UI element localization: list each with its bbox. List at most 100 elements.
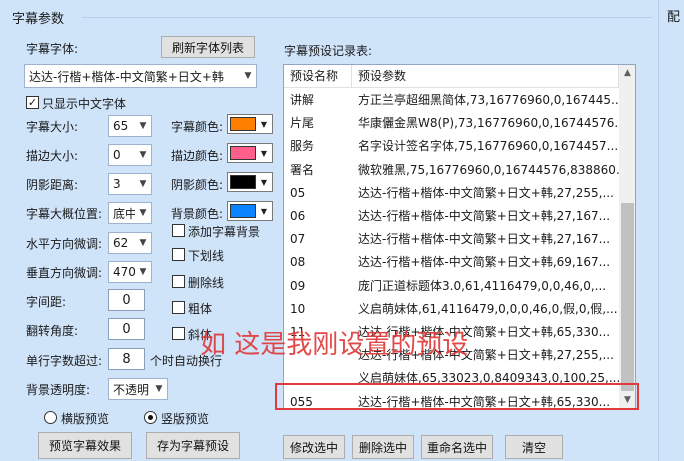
shadow-select[interactable]: 3 ▼ (108, 173, 152, 195)
adjacent-panel-edge: 配 (658, 0, 684, 461)
chevron-down-icon: ▼ (139, 238, 147, 248)
bold-label: 粗体 (188, 302, 213, 316)
text-color-swatch (230, 117, 256, 131)
spacing-input[interactable]: 0 (108, 289, 145, 311)
preset-params-cell: 方正兰亭超细黑简体,73,16776960,0,167445... (358, 93, 619, 107)
text-color-label: 字幕颜色: (171, 120, 224, 134)
preset-params-cell: 华康儷金黑W8(P),73,16776960,0,16744576... (358, 116, 619, 131)
vadjust-value: 470 (113, 265, 135, 279)
wrap-label: 单行字数超过: (26, 354, 103, 368)
rename-selected-button[interactable]: 重命名选中 (421, 435, 493, 459)
shadow-color-label: 阴影颜色: (171, 178, 224, 192)
preset-name-cell: 讲解 (290, 93, 315, 107)
hadjust-select[interactable]: 62 ▼ (108, 232, 152, 254)
preset-params-cell: 达达-行楷+楷体-中文简繁+日文+韩,27,255,... (358, 185, 614, 200)
stroke-select[interactable]: 0 ▼ (108, 144, 152, 166)
chevron-down-icon: ▼ (139, 121, 147, 131)
subtitle-params-panel: 字幕参数 字幕字体: 刷新字体列表 达达-行楷+楷体-中文简繁+日文+韩 ▼ ✓… (0, 0, 658, 461)
chevron-down-icon: ▼ (155, 384, 163, 394)
only-chinese-checkbox[interactable]: ✓ (26, 96, 39, 109)
vadjust-label: 垂直方向微调: (26, 266, 103, 280)
strikeout-checkbox[interactable] (172, 275, 185, 288)
chevron-down-icon: ▼ (260, 119, 268, 129)
text-color-picker[interactable]: ▼ (227, 114, 273, 134)
preset-row[interactable]: 署名 微软雅黑,75,16776960,0,16744576,838860... (284, 159, 619, 182)
vertical-preview-radio[interactable] (144, 411, 157, 424)
preset-row[interactable]: 06 达达-行楷+楷体-中文简繁+日文+韩,27,167... (284, 205, 619, 228)
preset-row[interactable]: 05 达达-行楷+楷体-中文简繁+日文+韩,27,255,... (284, 182, 619, 205)
stroke-value: 0 (113, 148, 121, 162)
column-header-params[interactable]: 预设参数 (352, 65, 619, 88)
spacing-label: 字间距: (26, 295, 67, 309)
chevron-down-icon: ▼ (260, 206, 268, 216)
preset-row[interactable]: 讲解 方正兰亭超细黑简体,73,16776960,0,167445... (284, 89, 619, 112)
adjacent-panel-label: 配 (667, 10, 681, 25)
preset-params-cell: 达达-行楷+楷体-中文简繁+日文+韩,27,167... (358, 209, 611, 223)
opacity-value: 不透明 (113, 382, 150, 397)
bold-checkbox[interactable] (172, 301, 185, 314)
font-select[interactable]: 达达-行楷+楷体-中文简繁+日文+韩 ▼ (24, 64, 257, 88)
preset-params-cell: 义启萌妹体,61,4116479,0,0,0,46,0,假,0,假,... (358, 301, 618, 316)
preset-name-cell: 署名 (290, 162, 315, 177)
highlight-box (275, 383, 639, 410)
preset-params-cell: 名字设计签名字体,75,16776960,0,1674457... (358, 139, 619, 154)
size-label: 字幕大小: (26, 120, 79, 134)
italic-checkbox[interactable] (172, 327, 185, 340)
delete-selected-button[interactable]: 删除选中 (352, 435, 414, 459)
chevron-down-icon: ▼ (139, 208, 147, 218)
clear-button[interactable]: 清空 (505, 435, 563, 459)
preset-row[interactable]: 09 庞门正道标题体3.0,61,4116479,0,0,46,0,... (284, 275, 619, 298)
preset-row[interactable]: 10 义启萌妹体,61,4116479,0,0,0,46,0,假,0,假,... (284, 298, 619, 321)
vadjust-select[interactable]: 470 ▼ (108, 261, 152, 283)
modify-selected-button[interactable]: 修改选中 (283, 435, 345, 459)
preset-list-scrollbar[interactable]: ▲ ▼ (619, 65, 635, 409)
preset-row[interactable]: 片尾 华康儷金黑W8(P),73,16776960,0,16744576... (284, 112, 619, 135)
horizontal-preview-radio[interactable] (44, 411, 57, 424)
flip-input[interactable]: 0 (108, 318, 145, 340)
group-divider (82, 17, 652, 18)
stroke-label: 描边大小: (26, 149, 79, 163)
chevron-down-icon: ▼ (139, 267, 147, 277)
stroke-color-swatch (230, 146, 256, 160)
chevron-down-icon: ▼ (260, 177, 268, 187)
preset-name-cell: 05 (290, 185, 306, 200)
add-bg-checkbox[interactable] (172, 224, 185, 237)
background-color-picker[interactable]: ▼ (227, 201, 273, 221)
shadow-color-picker[interactable]: ▼ (227, 172, 273, 192)
wrap-input[interactable]: 8 (108, 348, 145, 370)
shadow-value: 3 (113, 177, 121, 191)
underline-label: 下划线 (188, 249, 225, 263)
group-title: 字幕参数 (12, 12, 65, 27)
strikeout-label: 删除线 (188, 276, 225, 290)
chevron-down-icon: ▼ (260, 148, 268, 158)
preset-name-cell: 片尾 (290, 116, 315, 131)
preset-name-cell: 06 (290, 209, 306, 223)
scroll-thumb[interactable] (621, 203, 634, 391)
background-color-label: 背景颜色: (171, 207, 224, 221)
stroke-color-picker[interactable]: ▼ (227, 143, 273, 163)
background-color-swatch (230, 204, 256, 218)
preset-row[interactable]: 服务 名字设计签名字体,75,16776960,0,1674457... (284, 135, 619, 158)
chevron-down-icon: ▼ (139, 179, 147, 189)
column-header-name[interactable]: 预设名称 (284, 65, 352, 88)
preset-name-cell: 08 (290, 255, 306, 270)
underline-checkbox[interactable] (172, 248, 185, 261)
preset-row[interactable]: 08 达达-行楷+楷体-中文简繁+日文+韩,69,167... (284, 251, 619, 274)
preview-effect-button[interactable]: 预览字幕效果 (38, 432, 132, 459)
preset-params-cell: 庞门正道标题体3.0,61,4116479,0,0,46,0,... (358, 278, 607, 293)
preset-row[interactable]: 07 达达-行楷+楷体-中文简繁+日文+韩,27,167... (284, 228, 619, 251)
stroke-color-label: 描边颜色: (171, 149, 224, 163)
horizontal-preview-label: 横版预览 (61, 412, 110, 426)
font-label: 字幕字体: (26, 42, 79, 56)
preset-params-cell: 达达-行楷+楷体-中文简繁+日文+韩,27,167... (358, 232, 611, 247)
scroll-up-icon[interactable]: ▲ (619, 65, 635, 82)
preset-name-cell: 10 (290, 301, 306, 316)
refresh-font-list-button[interactable]: 刷新字体列表 (161, 36, 255, 58)
opacity-select[interactable]: 不透明 ▼ (108, 378, 168, 400)
save-preset-button[interactable]: 存为字幕预设 (146, 432, 240, 459)
size-select[interactable]: 65 ▼ (108, 115, 152, 137)
position-select[interactable]: 底中 ▼ (108, 202, 152, 224)
shadow-label: 阴影距离: (26, 178, 79, 192)
position-label: 字幕大概位置: (26, 207, 103, 221)
preset-params-cell: 达达-行楷+楷体-中文简繁+日文+韩,69,167... (358, 255, 611, 270)
